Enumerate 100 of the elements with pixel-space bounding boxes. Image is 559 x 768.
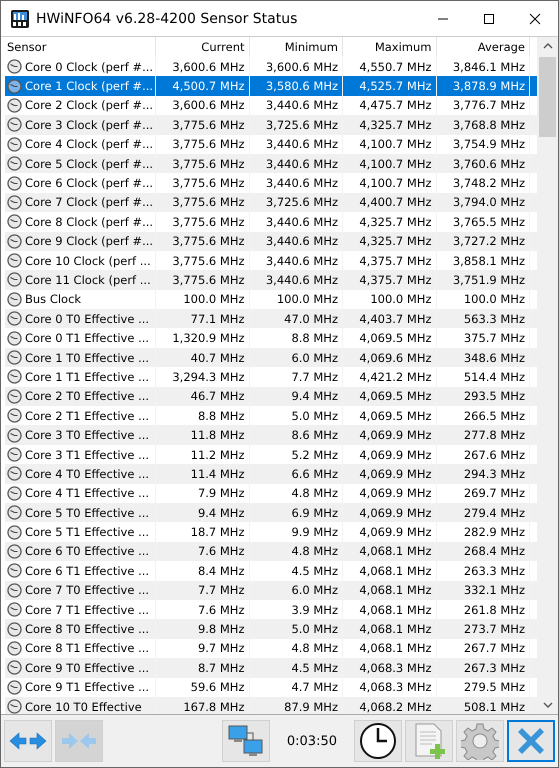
- gauge-icon: [7, 640, 22, 656]
- table-cell: 18.7 MHz: [190, 525, 244, 540]
- table-cell: 6.6 MHz: [291, 466, 338, 481]
- table-cell: Core 6 T1 Effective ...: [25, 564, 150, 578]
- table-cell: 59.6 MHz: [190, 680, 244, 694]
- table-row[interactable]: Core 4 Clock (perf #... 3,775.6 MHz 3,440.6 MHz 4,100.7 MHz 3,754.9 MHz: [5, 134, 537, 154]
- maximize-icon: [483, 12, 495, 24]
- table-cell: Core 3 Clock (perf #...: [25, 118, 154, 132]
- table-cell: 7.6 MHz: [198, 544, 244, 558]
- table-cell: 3,858.1 MHz: [452, 254, 525, 268]
- gauge-icon: [7, 330, 22, 346]
- table-row[interactable]: Core 6 T0 Effective ... 7.6 MHz 4.8 MHz 4,068.1 MHz 268.4 MHz: [5, 542, 537, 562]
- table-row[interactable]: Core 7 Clock (perf #... 3,775.6 MHz 3,725.6 MHz 4,400.7 MHz 3,794.0 MHz: [5, 192, 537, 212]
- table-cell: 277.8 MHz: [464, 428, 525, 442]
- elapsed-time: 0:03:50: [286, 734, 337, 748]
- table-cell: 6.0 MHz: [291, 583, 338, 598]
- table-cell: 4,069.9 MHz: [359, 448, 432, 462]
- table-cell: 7.9 MHz: [198, 486, 244, 500]
- table-cell: 3,440.6 MHz: [266, 137, 338, 152]
- table-row[interactable]: Core 2 T1 Effective ... 8.8 MHz 5.0 MHz 4,069.5 MHz 266.5 MHz: [5, 406, 537, 426]
- table-cell: 269.7 MHz: [464, 486, 525, 500]
- table-row[interactable]: Core 1 Clock (perf #... 4,500.7 MHz 3,580.6 MHz 4,525.7 MHz 3,878.9 MHz: [5, 76, 537, 96]
- table-cell: Core 10 T0 Effective: [25, 700, 142, 714]
- table-cell: 4,069.9 MHz: [359, 525, 432, 540]
- close-button[interactable]: [507, 720, 555, 762]
- table-row[interactable]: Core 0 T0 Effective ... 77.1 MHz 47.0 MHz 4,403.7 MHz 563.3 MHz: [5, 309, 537, 328]
- table-cell: Core 0 T1 Effective ...: [25, 331, 150, 346]
- table-cell: 4,069.9 MHz: [359, 486, 432, 500]
- gauge-icon: [7, 466, 22, 482]
- table-row[interactable]: Core 8 T0 Effective ... 9.8 MHz 5.0 MHz 4,068.1 MHz 273.7 MHz: [5, 619, 537, 639]
- table-cell: 7.7 MHz: [291, 370, 338, 384]
- gauge-icon: [7, 98, 22, 113]
- gauge-icon: [7, 544, 22, 559]
- table-row[interactable]: Core 3 T0 Effective ... 11.8 MHz 8.6 MHz 4,069.9 MHz 277.8 MHz: [5, 425, 537, 445]
- table-cell: 40.7 MHz: [190, 350, 244, 365]
- table-row[interactable]: Core 10 Clock (perf ... 3,775.6 MHz 3,440.6 MHz 4,375.7 MHz 3,858.1 MHz: [5, 250, 537, 270]
- scrollbar[interactable]: [537, 37, 558, 714]
- network-button[interactable]: [222, 720, 270, 762]
- table-row[interactable]: Core 3 Clock (perf #... 3,775.6 MHz 3,725.6 MHz 4,325.7 MHz 3,768.8 MHz: [5, 115, 537, 135]
- settings-button[interactable]: [456, 720, 504, 762]
- gauge-icon: [7, 59, 22, 74]
- table-cell: 279.4 MHz: [464, 506, 525, 520]
- table-row[interactable]: Core 1 T0 Effective ... 40.7 MHz 6.0 MHz 4,069.6 MHz 348.6 MHz: [5, 348, 537, 368]
- table-cell: Core 7 T0 Effective ...: [25, 583, 150, 598]
- table-cell: 167.8 MHz: [183, 700, 244, 714]
- table-cell: 3,775.6 MHz: [172, 272, 244, 287]
- table-cell: 3,878.9 MHz: [452, 79, 525, 94]
- table-cell: 4,325.7 MHz: [359, 214, 432, 229]
- gauge-icon: [7, 660, 22, 676]
- table-cell: 267.7 MHz: [464, 641, 525, 656]
- table-cell: 4,069.5 MHz: [359, 331, 432, 346]
- table-cell: 4.8 MHz: [291, 641, 338, 656]
- table-cell: 3,751.9 MHz: [452, 272, 525, 287]
- table-cell: 268.4 MHz: [464, 544, 525, 558]
- table-row[interactable]: Core 7 T1 Effective ... 7.6 MHz 3.9 MHz 4,068.1 MHz 261.8 MHz: [5, 600, 537, 620]
- table-cell: 3,775.6 MHz: [172, 118, 244, 132]
- clock-button[interactable]: [354, 720, 402, 762]
- table-cell: 3,440.6 MHz: [266, 234, 338, 248]
- table-row[interactable]: Core 9 Clock (perf #... 3,775.6 MHz 3,440.6 MHz 4,325.7 MHz 3,727.2 MHz: [5, 232, 537, 251]
- table-cell: Core 9 T0 Effective ...: [25, 660, 150, 675]
- table-cell: 4,068.2 MHz: [359, 700, 432, 714]
- table-row[interactable]: Core 11 Clock (perf ... 3,775.6 MHz 3,440.6 MHz 4,375.7 MHz 3,751.9 MHz: [5, 270, 537, 290]
- table-cell: 4,069.9 MHz: [359, 506, 432, 520]
- table-row[interactable]: Core 9 T1 Effective ... 59.6 MHz 4.7 MHz 4,068.3 MHz 279.5 MHz: [5, 678, 537, 697]
- gauge-icon: [7, 214, 22, 230]
- gauge-icon: [7, 524, 22, 540]
- table-row[interactable]: Core 9 T0 Effective ... 8.7 MHz 4.5 MHz 4,068.3 MHz 267.3 MHz: [5, 658, 537, 678]
- gauge-icon: [7, 156, 22, 172]
- table-cell: 263.3 MHz: [464, 564, 525, 578]
- table-row[interactable]: Bus Clock 100.0 MHz 100.0 MHz 100.0 MHz 100.0 MHz: [5, 290, 537, 310]
- table-row[interactable]: Core 5 T0 Effective ... 9.4 MHz 6.9 MHz 4,069.9 MHz 279.4 MHz: [5, 502, 537, 522]
- table-row[interactable]: Core 7 T0 Effective ... 7.7 MHz 6.0 MHz 4,068.1 MHz 332.1 MHz: [5, 580, 537, 600]
- table-cell: 8.6 MHz: [291, 428, 338, 442]
- table-row[interactable]: Core 4 T0 Effective ... 11.4 MHz 6.6 MHz 4,069.9 MHz 294.3 MHz: [5, 464, 537, 484]
- table-cell: 563.3 MHz: [464, 312, 525, 326]
- expand-button[interactable]: [4, 720, 52, 762]
- table-cell: 279.5 MHz: [464, 680, 525, 694]
- table-cell: 3,775.6 MHz: [172, 137, 244, 152]
- table-cell: 3,775.6 MHz: [172, 254, 244, 268]
- table-cell: 3,760.6 MHz: [452, 156, 525, 171]
- gauge-icon: [7, 234, 22, 249]
- table-cell: Core 6 Clock (perf #...: [25, 176, 154, 190]
- table-cell: 4,069.5 MHz: [359, 389, 432, 404]
- table-cell: Core 4 T1 Effective ...: [25, 486, 150, 500]
- table-cell: 3,794.0 MHz: [452, 195, 525, 210]
- table-cell: 375.7 MHz: [464, 331, 525, 346]
- table-row[interactable]: Core 4 T1 Effective ... 7.9 MHz 4.8 MHz 4,069.9 MHz 269.7 MHz: [5, 484, 537, 503]
- table-row[interactable]: Core 0 Clock (perf #... 3,600.6 MHz 3,600.6 MHz 4,550.7 MHz 3,846.1 MHz: [5, 57, 537, 76]
- gauge-icon: [7, 292, 22, 307]
- table-cell: 8.8 MHz: [198, 408, 244, 423]
- table-cell: 3,294.3 MHz: [172, 370, 244, 384]
- table-cell: Core 0 Clock (perf #...: [25, 60, 154, 74]
- table-row[interactable]: Core 2 T0 Effective ... 46.7 MHz 9.4 MHz 4,069.5 MHz 293.5 MHz: [5, 386, 537, 406]
- table-cell: Core 9 Clock (perf #...: [25, 234, 154, 248]
- table-cell: 4,375.7 MHz: [359, 254, 432, 268]
- table-cell: 9.4 MHz: [291, 389, 338, 404]
- table-cell: 4,525.7 MHz: [359, 79, 432, 94]
- table-row[interactable]: Core 5 Clock (perf #... 3,775.6 MHz 3,440.6 MHz 4,100.7 MHz 3,760.6 MHz: [5, 154, 537, 174]
- scrollbar-thumb[interactable]: [539, 57, 556, 137]
- table-row[interactable]: Core 8 T1 Effective ... 9.7 MHz 4.8 MHz 4,068.1 MHz 267.7 MHz: [5, 638, 537, 658]
